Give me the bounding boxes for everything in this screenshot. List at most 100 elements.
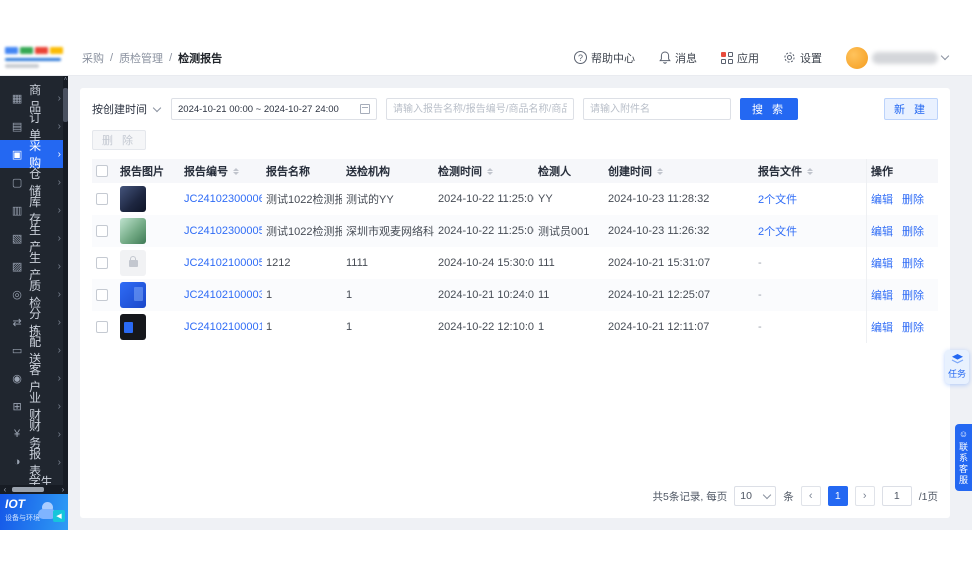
agency: 1 [346,289,353,301]
tester: 111 [538,257,555,269]
next-page-button[interactable]: › [854,486,875,506]
test-time: 2024-10-24 15:30:00 [438,257,534,269]
sidebar: ▦ 商品 › ▤ 订单 › ▣ 采购 › ▢ 仓储 › ▥ 库存 › ▧ 生产 … [0,76,68,530]
edit-link[interactable]: 编辑 [871,319,893,335]
scroll-left-icon[interactable]: ‹ [0,485,10,494]
sidebar-item-goods[interactable]: ▦ 商品 › [0,83,68,114]
row-checkbox[interactable] [96,289,108,301]
finance-icon: ¥ [14,428,21,440]
settings-label: 设置 [800,52,822,65]
customer-service-label: 联系客服 [958,442,968,486]
created-at: 2024-10-21 12:25:07 [608,289,711,301]
report-no-link[interactable]: JC24102100003 [184,289,262,301]
col-report-no[interactable]: 报告编号 [180,159,262,183]
files-link[interactable]: 2个文件 [758,223,797,239]
help-center-button[interactable]: ? 帮助中心 [574,50,635,66]
report-image-portrait[interactable] [120,186,146,212]
sidebar-item-delivery[interactable]: ▭ 配送 › [0,335,68,366]
production-icon: ▨ [11,260,23,273]
edit-link[interactable]: 编辑 [871,255,893,271]
breadcrumb-item[interactable]: 质检管理 [119,50,163,66]
col-test-time[interactable]: 检测时间 [434,159,534,183]
select-all-checkbox[interactable] [96,165,108,177]
sidebar-item-inventory[interactable]: ▥ 库存 › [0,195,68,226]
date-range-picker[interactable] [171,98,377,120]
user-menu[interactable] [846,46,950,69]
row-checkbox[interactable] [96,225,108,237]
sidebar-item-orders[interactable]: ▤ 订单 › [0,111,68,142]
messages-button[interactable]: 消息 [659,50,697,66]
layers-icon [951,354,963,364]
sidebar-item-warehousing[interactable]: ▢ 仓储 › [0,167,68,198]
apps-button[interactable]: 应用 [721,50,759,66]
attachment-search-input[interactable] [583,98,731,120]
page-jump-input[interactable] [881,486,912,506]
search-button[interactable]: 搜 索 [740,98,799,120]
report-no-link[interactable]: JC24102100001 [184,321,262,333]
agency: 1 [346,321,353,333]
sort-icon[interactable] [233,167,239,175]
sidebar-horizontal-scrollbar[interactable]: ‹ › [0,485,68,494]
sidebar-item-production-1[interactable]: ▧ 生产 › [0,223,68,254]
created-at: 2024-10-23 11:28:32 [608,193,710,205]
page-size-select[interactable]: 10 [734,486,777,506]
scroll-right-icon[interactable]: › [58,485,68,494]
col-tester: 检测人 [538,166,571,178]
row-checkbox[interactable] [96,321,108,333]
delete-link[interactable]: 删除 [902,287,924,303]
edit-link[interactable]: 编辑 [871,287,893,303]
current-page-button[interactable]: 1 [827,486,848,506]
procurement-icon: ▣ [11,148,23,161]
edit-link[interactable]: 编辑 [871,223,893,239]
sidebar-item-customers[interactable]: ◉ 客户 › [0,363,68,394]
prev-page-button[interactable]: ‹ [800,486,821,506]
keyword-search-input[interactable] [386,98,574,120]
report-image-locked[interactable] [120,250,146,276]
report-image-blue-cover[interactable] [120,282,146,308]
test-time: 2024-10-22 11:25:00 [438,225,534,237]
sidebar-item-reports[interactable]: ◑ 报表 › [0,447,68,478]
tasks-widget[interactable]: 任务 [945,350,969,384]
report-name: 测试1022检测报告 [266,194,342,206]
col-report-name: 报告名称 [266,166,310,178]
sidebar-item-finance[interactable]: ¥ 财务 › [0,419,68,450]
iot-banner[interactable]: IOT 设备与环境 ◀ [0,494,68,530]
report-no-link[interactable]: JC24102100005 [184,257,262,269]
delete-button[interactable]: 删 除 [92,130,147,150]
col-files[interactable]: 报告文件 [754,159,866,183]
delete-link[interactable]: 删除 [902,255,924,271]
date-range-input[interactable] [178,103,356,115]
sort-icon[interactable] [807,167,813,175]
time-field-select[interactable]: 按创建时间 [92,101,162,117]
agency: 测试的YY [346,194,394,206]
settings-button[interactable]: 设置 [783,50,822,66]
files-link[interactable]: 2个文件 [758,191,797,207]
sidebar-item-quality[interactable]: ◎ 质检 › [0,279,68,310]
row-checkbox[interactable] [96,257,108,269]
row-checkbox[interactable] [96,193,108,205]
breadcrumb-item[interactable]: 采购 [82,50,104,66]
sidebar-item-production-2[interactable]: ▨ 生产 › [0,251,68,282]
sidebar-item-procurement[interactable]: ▣ 采购 › [0,139,68,170]
sidebar-menu: ▦ 商品 › ▤ 订单 › ▣ 采购 › ▢ 仓储 › ▥ 库存 › ▧ 生产 … [0,76,68,506]
report-no-link[interactable]: JC24102300005 [184,225,262,237]
chevron-right-icon: › [57,288,61,300]
report-no-link[interactable]: JC24102300006 [184,193,262,205]
chevron-right-icon: › [57,428,61,440]
sort-icon[interactable] [657,167,663,175]
sort-icon[interactable] [487,167,493,175]
report-image-dark-cover[interactable] [120,314,146,340]
sidebar-item-sorting[interactable]: ⇄ 分拣 › [0,307,68,338]
chevron-right-icon: › [57,204,61,216]
delete-link[interactable]: 删除 [902,191,924,207]
edit-link[interactable]: 编辑 [871,191,893,207]
scrollbar-thumb[interactable] [12,487,44,492]
new-report-button[interactable]: 新 建 [883,98,938,120]
customer-service-widget[interactable]: ☺ 联系客服 [955,424,972,491]
delete-link[interactable]: 删除 [902,223,924,239]
report-image-illustration[interactable] [120,218,146,244]
files-empty: - [758,321,762,333]
sidebar-item-bizfinance[interactable]: ⊞ 业财 › [0,391,68,422]
col-created-at[interactable]: 创建时间 [604,159,754,183]
delete-link[interactable]: 删除 [902,319,924,335]
